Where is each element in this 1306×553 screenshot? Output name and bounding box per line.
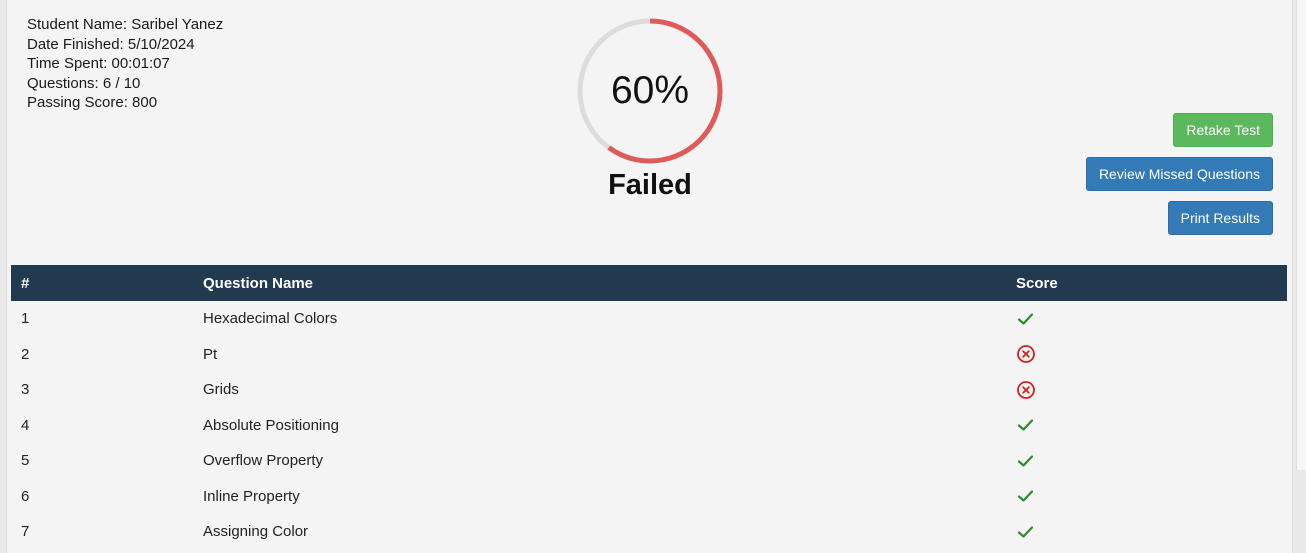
question-name: Hexadecimal Colors xyxy=(203,310,338,328)
table-row: 1 Hexadecimal Colors xyxy=(11,301,1287,337)
student-name: Student Name: Saribel Yanez xyxy=(27,16,224,33)
table-row: 7 Assigning Color xyxy=(11,514,1287,550)
question-number: 7 xyxy=(21,523,30,541)
question-number: 2 xyxy=(21,345,30,363)
question-number: 5 xyxy=(21,452,30,470)
check-icon xyxy=(1017,490,1034,502)
question-number: 1 xyxy=(21,310,30,328)
check-icon xyxy=(1017,419,1034,431)
question-name: Overflow Property xyxy=(203,452,324,470)
header-question-name: Question Name xyxy=(203,274,314,292)
score-ring: 60% xyxy=(576,17,724,165)
question-score xyxy=(1006,443,1287,479)
scrollbar-gutter xyxy=(1296,0,1306,470)
results-panel: Student Name: Saribel Yanez Date Finishe… xyxy=(6,0,1293,553)
header-number: # xyxy=(21,274,30,292)
question-score xyxy=(1006,337,1287,373)
x-circle-icon xyxy=(1017,345,1035,364)
question-number: 3 xyxy=(21,381,30,399)
check-icon xyxy=(1017,526,1034,538)
table-row: 6 Inline Property xyxy=(11,479,1287,515)
question-score xyxy=(1006,372,1287,408)
table-row: 3 Grids xyxy=(11,372,1287,408)
question-name: Pt xyxy=(203,345,218,363)
question-number: 6 xyxy=(21,487,30,505)
table-row: 4 Absolute Positioning xyxy=(11,408,1287,444)
question-score xyxy=(1006,301,1287,337)
review-missed-questions-button[interactable]: Review Missed Questions xyxy=(1085,157,1273,191)
time-spent: Time Spent: 00:01:07 xyxy=(27,55,170,73)
pass-fail-status: Failed xyxy=(608,169,692,201)
question-number: 4 xyxy=(21,416,30,434)
question-name: Inline Property xyxy=(203,487,300,505)
results-table: # Question Name Score 1 Hexadecimal Color… xyxy=(11,265,1287,550)
question-score xyxy=(1006,408,1287,444)
score-result: 60% Failed xyxy=(576,17,724,202)
table-header-row: # Question Name Score xyxy=(11,265,1287,301)
check-icon xyxy=(1017,455,1034,467)
question-score xyxy=(1006,479,1287,515)
header-score: Score xyxy=(1016,274,1058,292)
score-percent: 60% xyxy=(610,69,690,112)
student-info: Student Name: Saribel Yanez Date Finishe… xyxy=(27,15,223,113)
question-score xyxy=(1006,514,1287,550)
date-finished: Date Finished: 5/10/2024 xyxy=(27,35,195,53)
table-row: 2 Pt xyxy=(11,337,1287,373)
question-name: Grids xyxy=(203,381,239,399)
print-results-button[interactable]: Print Results xyxy=(1167,201,1273,235)
check-icon xyxy=(1017,313,1034,325)
retake-test-button[interactable]: Retake Test xyxy=(1173,113,1273,147)
table-row: 5 Overflow Property xyxy=(11,443,1287,479)
x-circle-icon xyxy=(1017,380,1035,399)
questions-count: Questions: 6 / 10 xyxy=(27,74,141,92)
question-name: Assigning Color xyxy=(203,523,309,541)
question-name: Absolute Positioning xyxy=(203,416,339,434)
passing-score: Passing Score: 800 xyxy=(27,94,158,112)
